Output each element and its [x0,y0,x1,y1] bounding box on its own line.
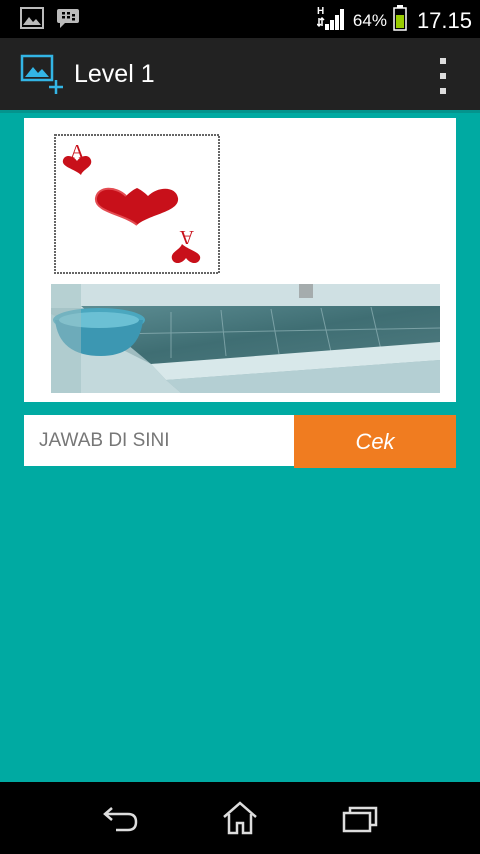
battery-percent: 64% [352,10,387,30]
page-title: Level 1 [74,60,155,88]
recents-icon[interactable] [340,800,380,841]
card-corner-letter-inverted: A [179,226,194,248]
signal-icon: H [316,5,347,36]
add-image-icon[interactable] [20,54,66,99]
bathroom-tub-photo [51,284,441,393]
ace-of-hearts-card: A A [54,134,220,274]
back-icon[interactable] [100,800,140,841]
navigation-bar [0,782,480,854]
gallery-icon [20,7,44,34]
overflow-menu-icon[interactable] [436,58,450,94]
action-bar-divider [0,110,480,113]
clock: 17.15 [416,7,472,33]
status-bar: H 64% 17.15 [0,0,480,38]
check-button[interactable]: Cek [294,415,456,468]
home-icon[interactable] [220,800,260,841]
action-bar: Level 1 [0,38,480,110]
network-type-label: H [317,6,324,17]
bbm-icon [56,7,80,34]
battery-icon [393,5,407,36]
answer-input[interactable] [24,415,294,466]
puzzle-image-panel: A A [24,118,456,402]
